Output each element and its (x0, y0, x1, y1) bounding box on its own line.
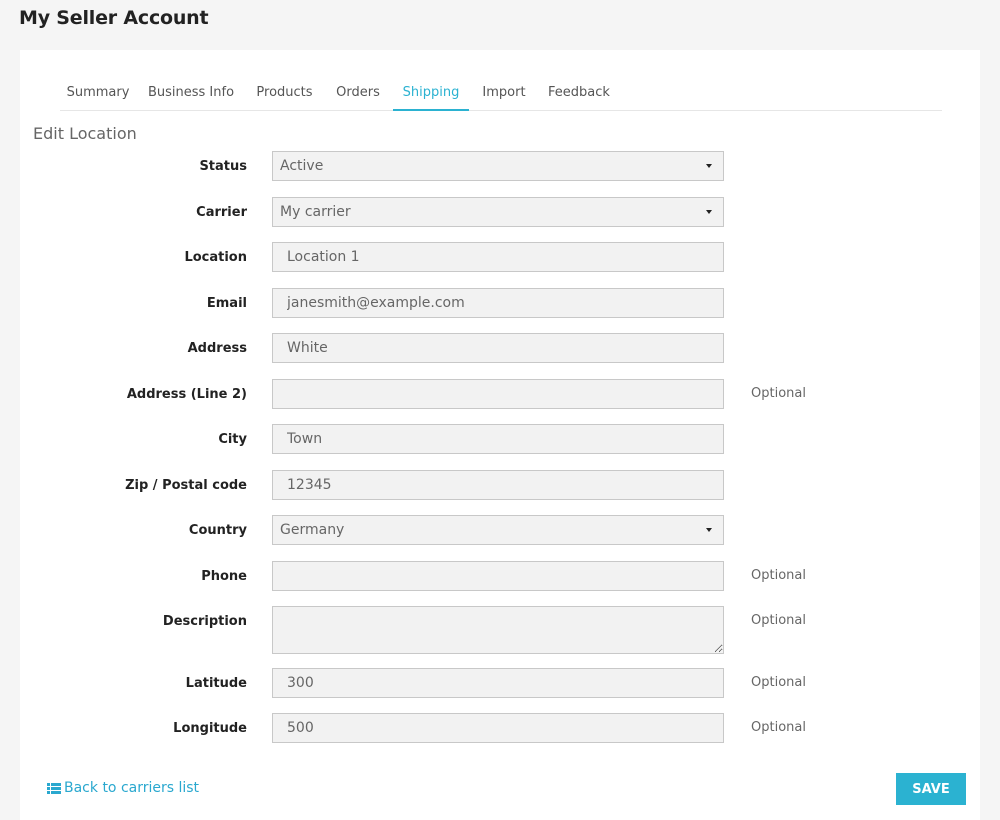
address2-input[interactable] (272, 379, 724, 409)
tab-business-info[interactable]: Business Info (143, 78, 239, 109)
section-title: Edit Location (33, 124, 137, 143)
city-label: City (218, 432, 247, 447)
description-optional-hint: Optional (751, 613, 806, 628)
city-input[interactable] (272, 424, 724, 454)
phone-optional-hint: Optional (751, 568, 806, 583)
email-input[interactable] (272, 288, 724, 318)
account-tabs: Summary Business Info Products Orders Sh… (60, 78, 942, 111)
save-button[interactable]: SAVE (896, 773, 966, 805)
carrier-label: Carrier (196, 205, 247, 220)
tab-shipping[interactable]: Shipping (393, 78, 469, 111)
address2-label: Address (Line 2) (126, 387, 247, 402)
carrier-value: My carrier (280, 204, 351, 220)
tab-summary[interactable]: Summary (60, 78, 136, 109)
list-icon (47, 782, 61, 794)
description-textarea[interactable] (272, 606, 724, 654)
zip-input[interactable] (272, 470, 724, 500)
status-value: Active (280, 158, 324, 174)
caret-down-icon (706, 164, 712, 168)
caret-down-icon (706, 528, 712, 532)
location-label: Location (184, 250, 247, 265)
longitude-input[interactable] (272, 713, 724, 743)
latitude-input[interactable] (272, 668, 724, 698)
caret-down-icon (706, 210, 712, 214)
phone-label: Phone (201, 569, 247, 584)
status-label: Status (199, 159, 247, 174)
back-to-carriers-link[interactable]: Back to carriers list (47, 780, 199, 796)
country-label: Country (188, 523, 247, 538)
address2-optional-hint: Optional (751, 386, 806, 401)
tab-products[interactable]: Products (246, 78, 323, 109)
carrier-select[interactable]: My carrier (272, 197, 724, 227)
back-link-label: Back to carriers list (64, 780, 200, 796)
page-title: My Seller Account (19, 7, 209, 29)
seller-account-card: Summary Business Info Products Orders Sh… (20, 50, 980, 820)
status-select[interactable]: Active (272, 151, 724, 181)
description-label: Description (162, 614, 247, 629)
zip-label: Zip / Postal code (125, 478, 247, 493)
phone-input[interactable] (272, 561, 724, 591)
address-input[interactable] (272, 333, 724, 363)
country-value: Germany (280, 522, 345, 538)
longitude-optional-hint: Optional (751, 720, 806, 735)
address-label: Address (187, 341, 247, 356)
latitude-label: Latitude (185, 676, 247, 691)
tab-import[interactable]: Import (476, 78, 532, 109)
country-select[interactable]: Germany (272, 515, 724, 545)
tab-orders[interactable]: Orders (330, 78, 386, 109)
tab-feedback[interactable]: Feedback (539, 78, 619, 109)
email-label: Email (206, 296, 247, 311)
latitude-optional-hint: Optional (751, 675, 806, 690)
longitude-label: Longitude (173, 721, 247, 736)
location-input[interactable] (272, 242, 724, 272)
